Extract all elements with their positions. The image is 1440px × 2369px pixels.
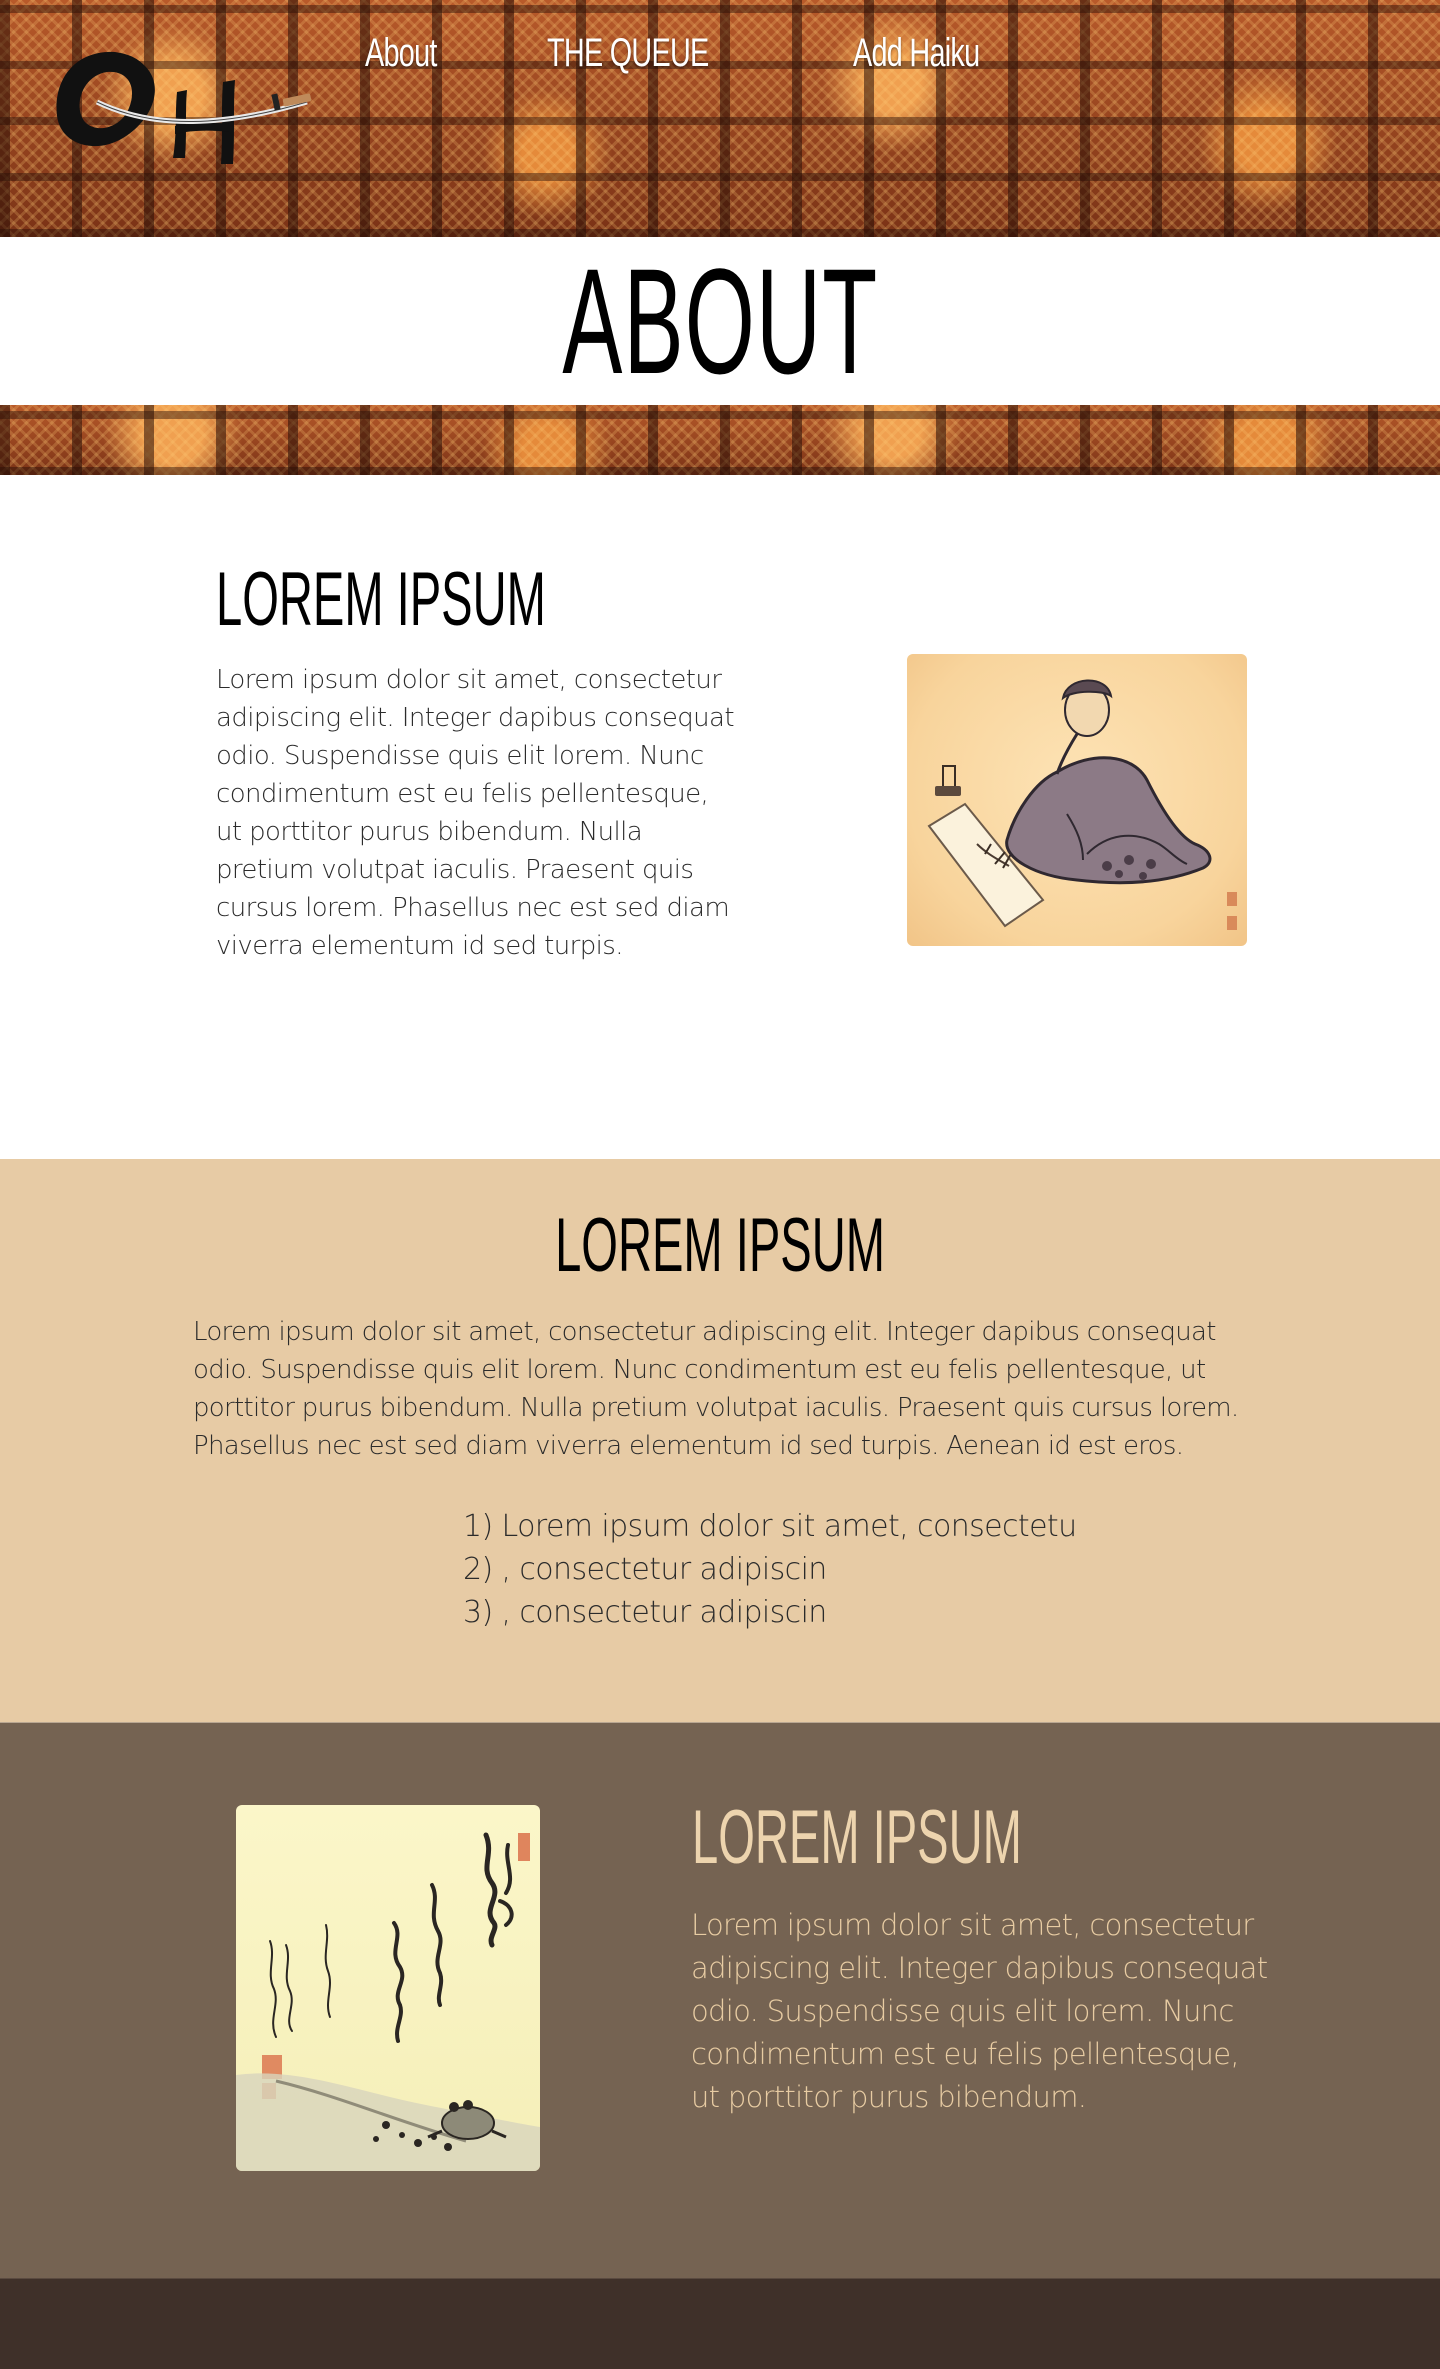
list-item: 2) , consectetur adipiscin: [463, 1552, 827, 1587]
page-title: ABOUT: [561, 237, 879, 405]
poet-portrait-image: [907, 654, 1247, 946]
site-footer: [0, 2278, 1440, 2369]
list-item: 1) Lorem ipsum dolor sit amet, consectet…: [463, 1509, 1077, 1544]
main-nav: About THE QUEUE Add Haiku: [365, 28, 1028, 78]
site-header: About THE QUEUE Add Haiku: [0, 0, 1440, 237]
lantern-banner-strip: [0, 405, 1440, 475]
nav-link-the-queue[interactable]: THE QUEUE: [547, 28, 709, 78]
list-item: 3) , consectetur adipiscin: [463, 1595, 827, 1630]
info-heading: LOREM IPSUM: [0, 1200, 1440, 1292]
site-logo[interactable]: [45, 30, 315, 180]
frog-haiku-scroll-image: [236, 1805, 540, 2171]
info-paragraph: Lorem ipsum dolor sit amet, consectetur …: [193, 1317, 1239, 1461]
nav-link-about[interactable]: About: [365, 28, 437, 78]
oh-brush-logo-icon: [56, 51, 312, 164]
nav-link-add-haiku[interactable]: Add Haiku: [853, 28, 980, 78]
intro-paragraph: Lorem ipsum dolor sit amet, consectetur …: [216, 665, 735, 961]
info-list: 1) Lorem ipsum dolor sit amet, consectet…: [463, 1505, 1077, 1634]
feature-heading: LOREM IPSUM: [692, 1795, 1022, 1880]
feature-paragraph: Lorem ipsum dolor sit amet, consectetur …: [691, 1908, 1268, 2114]
page-title-band: ABOUT: [0, 237, 1440, 405]
intro-heading: LOREM IPSUM: [216, 557, 546, 642]
info-heading-text: LOREM IPSUM: [555, 1203, 885, 1288]
